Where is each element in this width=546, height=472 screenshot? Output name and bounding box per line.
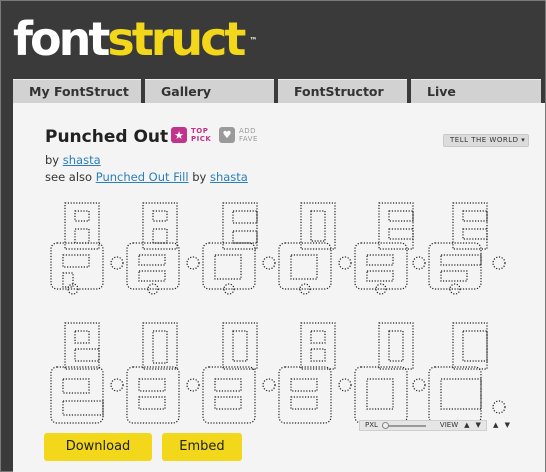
add-fave-line1: ADD bbox=[239, 127, 257, 135]
tab-fontstructor[interactable]: FontStructor bbox=[278, 79, 407, 103]
top-pick-line1: TOP bbox=[191, 127, 209, 135]
logo-trademark: ™ bbox=[249, 36, 258, 45]
logo-text-font: font bbox=[13, 12, 110, 66]
scroll-up-arrow-icon[interactable]: ▲ bbox=[493, 421, 498, 429]
page-frame: font struct ™ My FontStruct Gallery Font… bbox=[0, 0, 546, 472]
glyph-preview-svg bbox=[50, 202, 506, 424]
add-fave-button[interactable]: ♥ ADD FAVE bbox=[219, 127, 258, 143]
scroll-down-arrow-icon[interactable]: ▼ bbox=[505, 421, 510, 429]
font-preview-image bbox=[43, 197, 513, 429]
view-down-arrow-icon[interactable]: ▼ bbox=[476, 421, 481, 430]
see-also-line: see also Punched Out Fill by shasta bbox=[45, 170, 248, 184]
tell-the-world-button[interactable]: TELL THE WORLD ▾ bbox=[443, 134, 529, 147]
by-label: by bbox=[45, 153, 60, 167]
font-detail-panel: Punched Out ★ TOP PICK ♥ ADD FAVE TELL T… bbox=[13, 103, 545, 472]
view-up-arrow-icon[interactable]: ▲ bbox=[464, 421, 469, 430]
top-pick-badge: ★ TOP PICK bbox=[171, 127, 211, 143]
add-fave-line2: FAVE bbox=[239, 135, 258, 143]
see-also-label: see also bbox=[45, 170, 93, 184]
preview-zoom-bar: PXL VIEW ▲ ▼ bbox=[359, 420, 487, 431]
author-link[interactable]: shasta bbox=[63, 153, 101, 167]
tab-gallery[interactable]: Gallery bbox=[145, 79, 274, 103]
see-also-by-label: by bbox=[192, 170, 207, 184]
heart-icon: ♥ bbox=[219, 127, 235, 143]
logo-text-struct: struct bbox=[107, 12, 246, 66]
main-nav-tabs: My FontStruct Gallery FontStructor Live bbox=[13, 79, 545, 103]
tab-live[interactable]: Live bbox=[411, 79, 541, 103]
see-also-author-link[interactable]: shasta bbox=[210, 170, 248, 184]
author-line: by shasta bbox=[45, 153, 101, 167]
pixel-zoom-label: PXL bbox=[365, 421, 378, 429]
fontstruct-logo[interactable]: font struct ™ bbox=[13, 11, 257, 67]
see-also-font-link[interactable]: Punched Out Fill bbox=[96, 170, 189, 184]
zoom-slider[interactable] bbox=[381, 421, 426, 429]
top-pick-line2: PICK bbox=[191, 135, 212, 143]
preview-scroll-arrows: ▲ ▼ bbox=[493, 420, 510, 431]
star-icon: ★ bbox=[171, 127, 187, 143]
zoom-slider-knob[interactable] bbox=[381, 421, 389, 429]
font-title: Punched Out bbox=[45, 127, 169, 147]
view-label: VIEW bbox=[439, 421, 459, 429]
download-button[interactable]: Download bbox=[44, 433, 152, 461]
embed-button[interactable]: Embed bbox=[162, 433, 242, 461]
tab-my-fontstruct[interactable]: My FontStruct bbox=[13, 79, 141, 103]
